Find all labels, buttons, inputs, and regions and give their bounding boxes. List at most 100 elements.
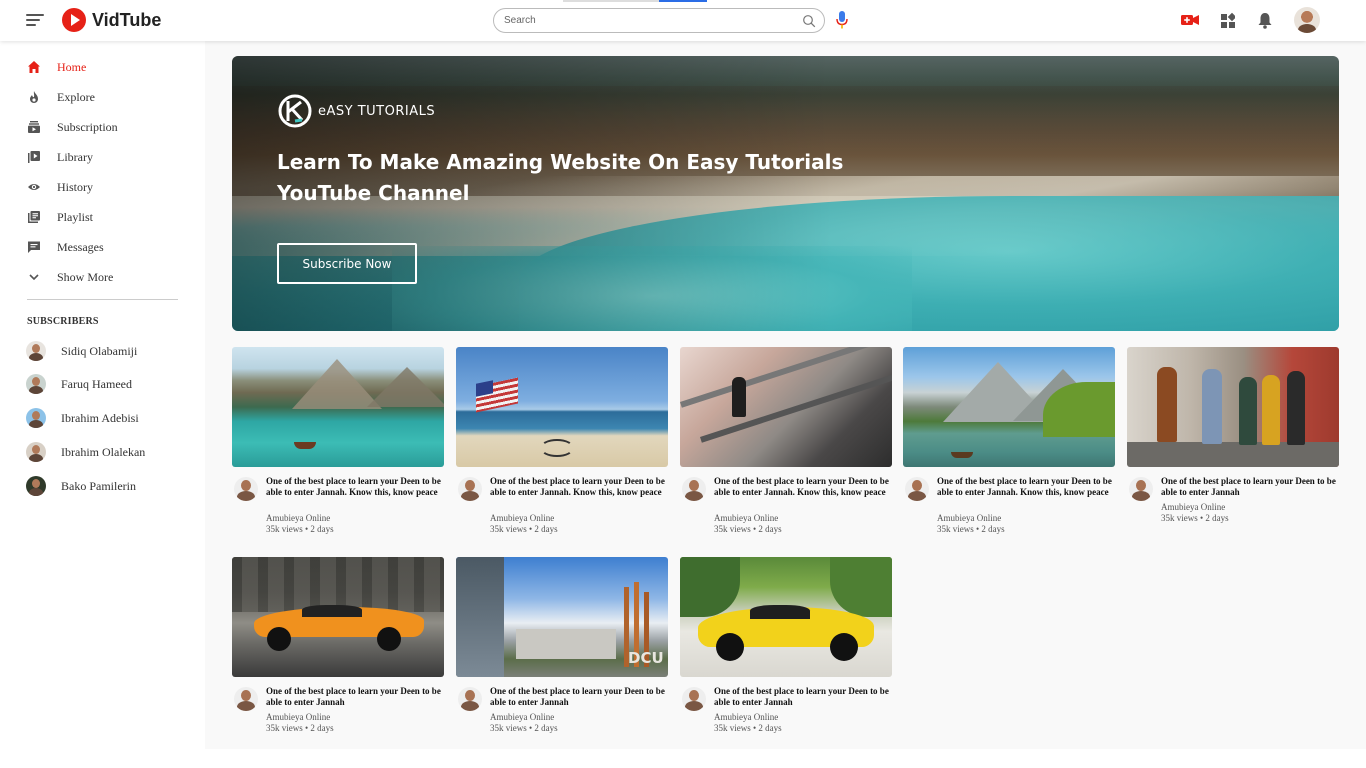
easy-tutorials-logo-icon bbox=[278, 94, 312, 128]
avatar[interactable] bbox=[682, 477, 706, 501]
video-meta: 35k views • 2 days bbox=[714, 723, 782, 733]
video-card[interactable]: One of the best place to learn your Deen… bbox=[456, 347, 668, 534]
sidebar-item-label: Subscription bbox=[57, 119, 118, 134]
apps-grid-icon[interactable] bbox=[1221, 10, 1235, 30]
avatar[interactable] bbox=[1129, 477, 1153, 501]
avatar[interactable] bbox=[905, 477, 929, 501]
user-avatar[interactable] bbox=[1294, 7, 1320, 33]
avatar[interactable] bbox=[458, 687, 482, 711]
video-card[interactable]: One of the best place to learn your Deen… bbox=[1127, 347, 1339, 523]
sidebar-divider bbox=[27, 299, 178, 300]
mic-icon[interactable] bbox=[835, 10, 849, 30]
video-title[interactable]: One of the best place to learn your Deen… bbox=[1161, 476, 1339, 498]
channel-name[interactable]: Amubieya Online bbox=[1161, 502, 1225, 513]
avatar bbox=[26, 476, 46, 496]
video-meta: 35k views • 2 days bbox=[490, 524, 558, 534]
sidebar-item-messages[interactable]: Messages bbox=[27, 237, 104, 257]
app-logo[interactable]: VidTube bbox=[62, 8, 161, 32]
video-title[interactable]: One of the best place to learn your Deen… bbox=[266, 686, 444, 708]
eye-icon bbox=[28, 184, 40, 190]
message-icon bbox=[28, 241, 40, 253]
video-card[interactable]: One of the best place to learn your Deen… bbox=[232, 557, 444, 733]
avatar bbox=[26, 408, 46, 428]
video-meta: 35k views • 2 days bbox=[714, 524, 782, 534]
video-upload-icon[interactable] bbox=[1181, 10, 1199, 30]
video-meta: 35k views • 2 days bbox=[266, 524, 334, 534]
flame-icon bbox=[30, 91, 38, 103]
video-thumbnail-friends-walking[interactable] bbox=[1127, 347, 1339, 467]
sidebar-item-library[interactable]: Library bbox=[27, 147, 93, 167]
video-thumbnail-beach-flag[interactable] bbox=[456, 347, 668, 467]
channel-name[interactable]: Amubieya Online bbox=[937, 513, 1001, 524]
video-title[interactable]: One of the best place to learn your Deen… bbox=[714, 476, 892, 498]
hero-title: Learn To Make Amazing Website On Easy Tu… bbox=[277, 150, 844, 205]
video-thumbnail-yellow-car[interactable] bbox=[680, 557, 892, 677]
avatar[interactable] bbox=[234, 687, 258, 711]
subscription-icon bbox=[28, 121, 40, 133]
video-card[interactable]: One of the best place to learn your Deen… bbox=[903, 347, 1115, 534]
subscriber-item[interactable]: Faruq Hameed bbox=[26, 373, 132, 395]
sidebar-item-history[interactable]: History bbox=[27, 177, 93, 197]
video-thumbnail-escalator[interactable] bbox=[680, 347, 892, 467]
subscriber-name: Sidiq Olabamiji bbox=[61, 343, 138, 358]
subscriber-name: Ibrahim Adebisi bbox=[61, 410, 139, 425]
channel-name[interactable]: Amubieya Online bbox=[266, 513, 330, 524]
subscriber-item[interactable]: Ibrahim Olalekan bbox=[26, 441, 145, 463]
video-thumbnail-dcu-building[interactable]: DCU bbox=[456, 557, 668, 677]
subscriber-item[interactable]: Sidiq Olabamiji bbox=[26, 340, 137, 362]
top-bar: VidTube bbox=[0, 0, 1366, 41]
video-card[interactable]: DCU One of the best place to learn your … bbox=[456, 557, 668, 733]
sidebar-item-label: Messages bbox=[57, 239, 104, 254]
bell-icon[interactable] bbox=[1257, 10, 1273, 30]
sidebar-item-label: Show More bbox=[57, 269, 114, 284]
video-title[interactable]: One of the best place to learn your Deen… bbox=[937, 476, 1115, 498]
easy-tutorials-logo-text: eASY TUTORIALS bbox=[318, 103, 436, 119]
video-title[interactable]: One of the best place to learn your Deen… bbox=[714, 686, 892, 708]
sidebar-item-label: Explore bbox=[57, 89, 95, 104]
avatar bbox=[26, 442, 46, 462]
video-meta: 35k views • 2 days bbox=[490, 723, 558, 733]
video-card[interactable]: One of the best place to learn your Deen… bbox=[232, 347, 444, 534]
video-thumbnail-mountain-lake[interactable] bbox=[903, 347, 1115, 467]
subscriber-item[interactable]: Bako Pamilerin bbox=[26, 475, 136, 497]
video-meta: 35k views • 2 days bbox=[937, 524, 1005, 534]
video-title[interactable]: One of the best place to learn your Deen… bbox=[490, 476, 668, 498]
play-logo-icon bbox=[62, 8, 86, 32]
subscribe-now-button[interactable]: Subscribe Now bbox=[277, 243, 417, 284]
sidebar-item-label: Playlist bbox=[57, 209, 94, 224]
video-thumbnail-orange-car[interactable] bbox=[232, 557, 444, 677]
sidebar-item-subscription[interactable]: Subscription bbox=[27, 117, 118, 137]
subscriber-item[interactable]: Ibrahim Adebisi bbox=[26, 407, 139, 429]
channel-name[interactable]: Amubieya Online bbox=[490, 712, 554, 723]
avatar[interactable] bbox=[458, 477, 482, 501]
video-title[interactable]: One of the best place to learn your Deen… bbox=[490, 686, 668, 708]
top-progress-line bbox=[563, 0, 707, 2]
menu-icon[interactable] bbox=[26, 13, 44, 27]
video-thumbnail-lake-boat[interactable] bbox=[232, 347, 444, 467]
search-box bbox=[493, 8, 825, 33]
sidebar-item-home[interactable]: Home bbox=[27, 57, 86, 77]
avatar bbox=[26, 374, 46, 394]
sidebar-item-explore[interactable]: Explore bbox=[27, 87, 95, 107]
channel-name[interactable]: Amubieya Online bbox=[266, 712, 330, 723]
avatar[interactable] bbox=[682, 687, 706, 711]
search-icon[interactable] bbox=[802, 14, 816, 28]
video-title[interactable]: One of the best place to learn your Deen… bbox=[266, 476, 444, 498]
hero-banner: eASY TUTORIALS Learn To Make Amazing Web… bbox=[232, 56, 1339, 331]
channel-name[interactable]: Amubieya Online bbox=[490, 513, 554, 524]
subscribers-heading: SUBSCRIBERS bbox=[27, 316, 99, 327]
sidebar-item-show-more[interactable]: Show More bbox=[27, 267, 113, 287]
app-name: VidTube bbox=[92, 9, 162, 30]
sidebar-item-playlist[interactable]: Playlist bbox=[27, 207, 93, 227]
sidebar-item-label: History bbox=[57, 179, 93, 194]
channel-name[interactable]: Amubieya Online bbox=[714, 513, 778, 524]
easy-tutorials-logo: eASY TUTORIALS bbox=[277, 93, 435, 129]
video-card[interactable]: One of the best place to learn your Deen… bbox=[680, 347, 892, 534]
video-card[interactable]: One of the best place to learn your Deen… bbox=[680, 557, 892, 733]
sidebar-item-label: Home bbox=[57, 59, 87, 74]
dcu-sign: DCU bbox=[628, 649, 664, 667]
avatar[interactable] bbox=[234, 477, 258, 501]
home-icon bbox=[28, 61, 40, 73]
search-input[interactable] bbox=[504, 12, 794, 29]
channel-name[interactable]: Amubieya Online bbox=[714, 712, 778, 723]
